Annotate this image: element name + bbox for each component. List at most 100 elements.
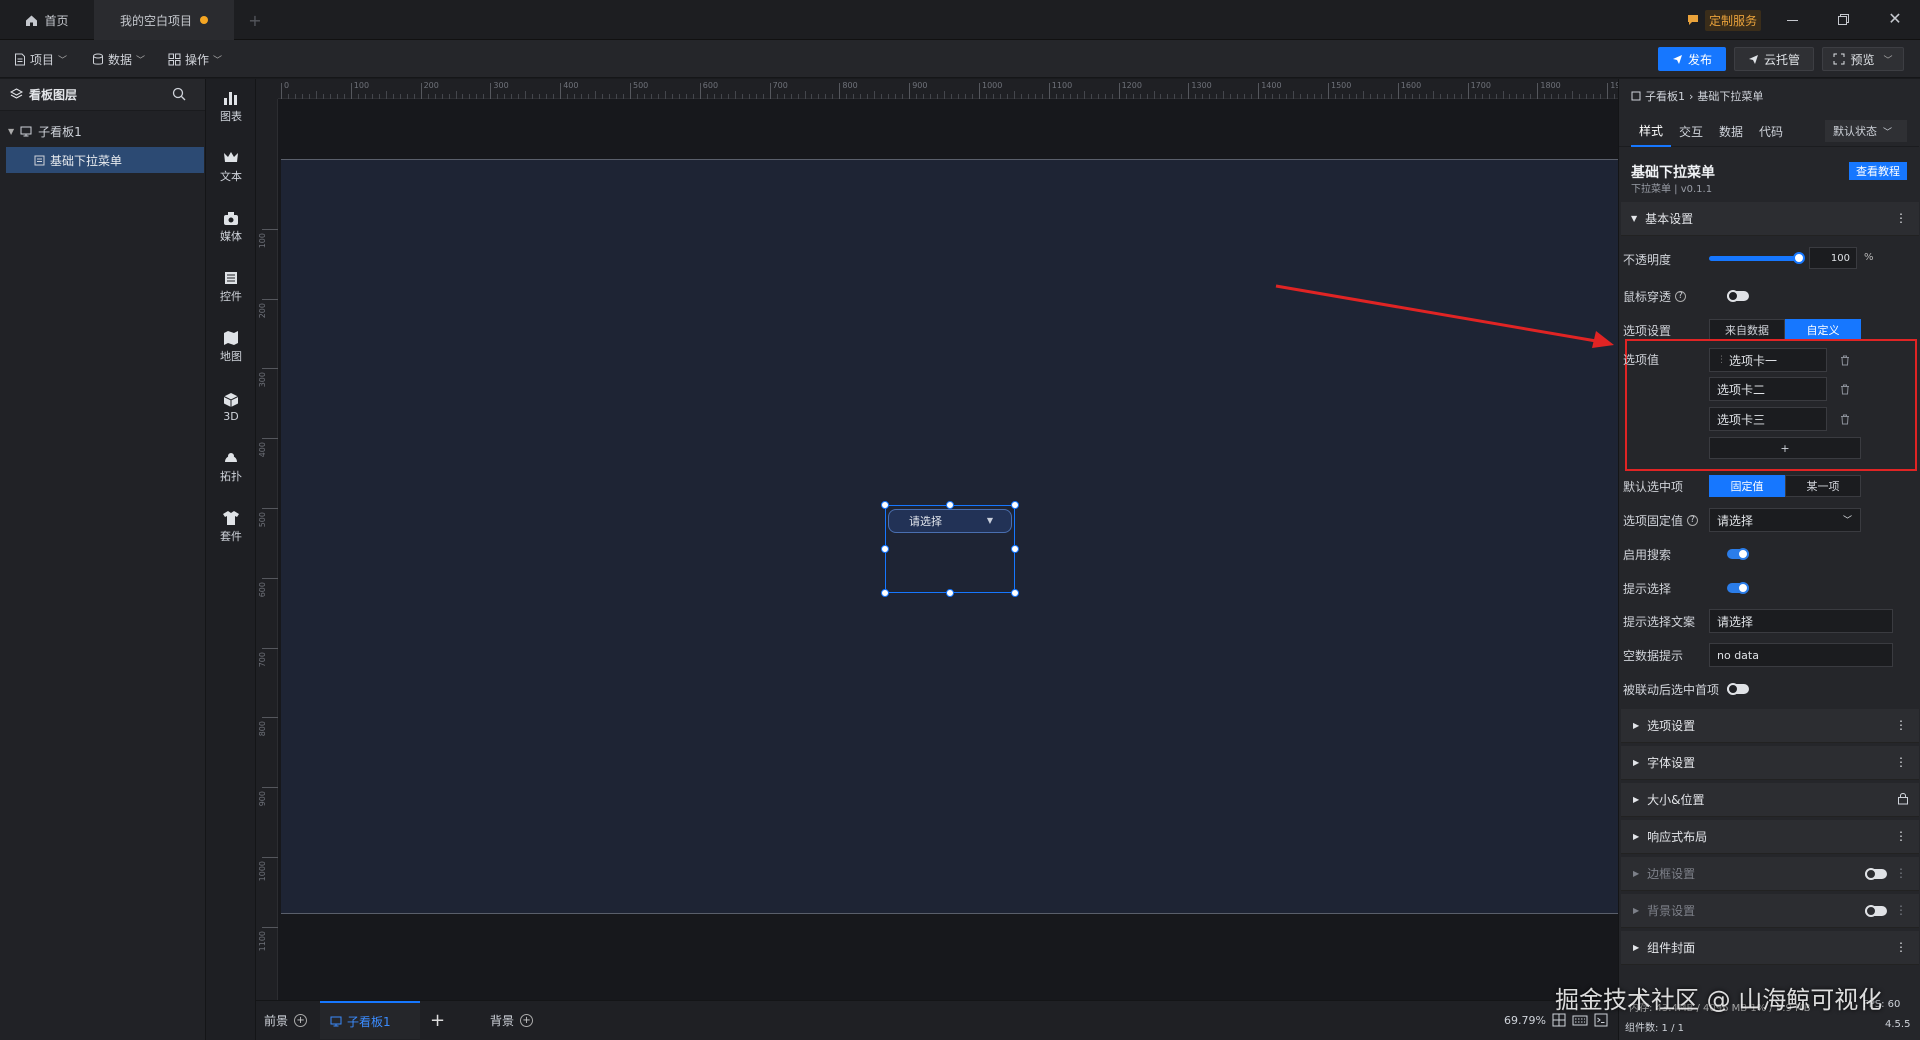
background-toggle[interactable] [1865,905,1887,917]
fixed-value-select[interactable]: 请选择 ﹀ [1709,508,1861,532]
state-select[interactable]: 默认状态 ﹀ [1825,120,1907,142]
resize-handle-se[interactable] [1011,589,1019,597]
more-vertical-icon[interactable]: ⋮ [1895,718,1907,732]
opacity-slider[interactable] [1709,252,1805,264]
tab-style[interactable]: 样式 [1631,115,1671,147]
ruler-minor-tick [1160,94,1162,99]
default-fixed-button[interactable]: 固定值 [1709,475,1785,497]
prompt-select-label: 提示选择 [1623,581,1672,596]
fit-screen-icon[interactable] [1552,1013,1566,1027]
section-size-position[interactable]: ▶ 大小&位置 [1621,783,1919,817]
library-controls[interactable]: 控件 [206,262,256,312]
section-font[interactable]: ▶ 字体设置 ⋮ [1621,746,1919,780]
lock-icon[interactable] [1897,792,1909,805]
resize-handle-sw[interactable] [881,589,889,597]
ruler-minor-tick [1446,94,1448,99]
border-toggle[interactable] [1865,868,1887,880]
add-tab-button[interactable]: + [244,0,266,40]
close-icon[interactable]: ✕ [1886,10,1904,28]
tab-project[interactable]: 我的空白项目 [94,0,234,40]
ruler-tick [262,577,278,579]
resize-handle-s[interactable] [946,589,954,597]
opacity-input[interactable]: 100 [1809,247,1857,269]
canvas-area[interactable]: 0 100 200 300 400 500 600 700 800 900 1000 1100 1200… [256,79,1618,1000]
resize-handle-e[interactable] [1011,545,1019,553]
section-cover[interactable]: ▶ 组件封面 ⋮ [1621,931,1919,965]
mouse-through-toggle[interactable] [1727,290,1749,302]
add-option-button[interactable]: + [1709,437,1861,459]
add-circle-icon[interactable]: + [294,1013,308,1027]
library-media[interactable]: 媒体 [206,202,256,252]
basic-settings-section[interactable]: ▼ 基本设置 ⋮ [1621,202,1919,236]
help-icon[interactable]: ? [1675,290,1687,302]
help-icon[interactable]: ? [1687,514,1699,526]
breadcrumb-parent[interactable]: 子看板1 [1645,88,1685,104]
terminal-icon[interactable] [1594,1013,1608,1027]
layer-item-board[interactable]: ▼ 子看板1 [0,120,205,142]
menu-operations[interactable]: 操作 ﹀ [168,40,222,78]
tutorial-button[interactable]: 查看教程 [1849,162,1907,180]
enable-search-toggle[interactable] [1727,548,1749,560]
more-vertical-icon[interactable]: ⋮ [1895,903,1907,917]
caret-down-icon: ▼ [1631,214,1638,223]
tab-interaction[interactable]: 交互 [1673,115,1709,147]
opacity-slider-knob[interactable] [1793,252,1805,264]
more-vertical-icon[interactable]: ⋮ [1895,211,1907,225]
section-responsive[interactable]: ▶ 响应式布局 ⋮ [1621,820,1919,854]
menu-data[interactable]: 数据 ﹀ [92,40,145,78]
add-board-button[interactable]: + [430,1001,445,1039]
linked-select-first-toggle[interactable] [1727,683,1749,695]
minimize-icon[interactable] [1784,12,1800,28]
section-options[interactable]: ▶ 选项设置 ⋮ [1621,709,1919,743]
dropdown-preview[interactable]: 请选择 ▼ [888,509,1012,533]
basic-settings-title: 基本设置 [1645,212,1694,226]
publish-button[interactable]: 发布 [1658,47,1726,71]
library-text[interactable]: 文本 [206,142,256,192]
board-tab[interactable]: 子看板1 [320,1001,420,1039]
library-chart[interactable]: 图表 [206,82,256,132]
custom-service-button[interactable]: 定制服务 [1686,8,1768,32]
option-value-input-2[interactable]: 选项卡二 [1709,377,1827,401]
tab-code[interactable]: 代码 [1753,115,1789,147]
more-vertical-icon[interactable]: ⋮ [1895,866,1907,880]
resize-handle-nw[interactable] [881,501,889,509]
options-custom-button[interactable]: 自定义 [1785,319,1861,341]
prompt-select-toggle[interactable] [1727,582,1749,594]
more-vertical-icon[interactable]: ⋮ [1895,829,1907,843]
restore-icon[interactable] [1836,12,1852,28]
layer-item-component[interactable]: 基础下拉菜单 [6,147,204,173]
default-some-button[interactable]: 某一项 [1785,475,1861,497]
keyboard-icon[interactable] [1572,1013,1588,1027]
zoom-level[interactable]: 69.79% [1504,1001,1546,1039]
preview-button[interactable]: 预览 ﹀ [1822,47,1904,71]
background-tab[interactable]: 背景 + [490,1001,534,1039]
resize-handle-ne[interactable] [1011,501,1019,509]
add-circle-icon[interactable]: + [520,1013,534,1027]
foreground-tab[interactable]: 前景 + [264,1001,308,1039]
library-topology[interactable]: 拓扑 [206,442,256,492]
library-kit[interactable]: 套件 [206,502,256,552]
section-background[interactable]: ▶ 背景设置 ⋮ [1621,894,1919,928]
delete-option-1[interactable] [1829,348,1861,372]
ruler-minor-tick [1530,94,1532,99]
resize-handle-n[interactable] [946,501,954,509]
delete-option-2[interactable] [1829,377,1861,401]
prompt-text-input[interactable]: 请选择 [1709,609,1893,633]
cloud-host-button[interactable]: 云托管 [1734,47,1814,71]
menu-project[interactable]: 项目 ﹀ [14,40,67,78]
tab-home[interactable]: 首页 [0,0,94,40]
library-3d[interactable]: 3D [206,382,256,432]
delete-option-3[interactable] [1829,407,1861,431]
library-map[interactable]: 地图 [206,322,256,372]
option-value-input-3[interactable]: 选项卡三 [1709,407,1827,431]
tab-data[interactable]: 数据 [1713,115,1749,147]
more-vertical-icon[interactable]: ⋮ [1895,940,1907,954]
search-icon[interactable] [172,87,188,103]
drag-handle-icon[interactable]: ⋮ [1717,355,1726,365]
resize-handle-w[interactable] [881,545,889,553]
more-vertical-icon[interactable]: ⋮ [1895,755,1907,769]
section-border[interactable]: ▶ 边框设置 ⋮ [1621,857,1919,891]
empty-hint-input[interactable]: no data [1709,643,1893,667]
option-value-input-1[interactable]: ⋮ 选项卡一 [1709,348,1827,372]
options-from-data-button[interactable]: 来自数据 [1709,319,1785,341]
